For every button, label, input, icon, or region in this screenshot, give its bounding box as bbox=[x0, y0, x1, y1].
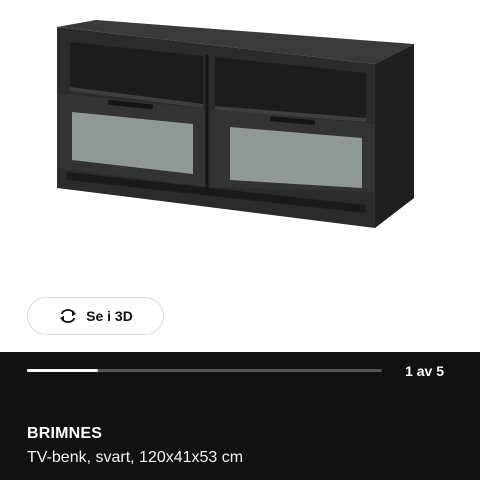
gallery-pager: 1 av 5 bbox=[405, 363, 444, 379]
view-in-3d-label: Se i 3D bbox=[86, 308, 133, 324]
product-info-panel: 1 av 5 BRIMNES TV-benk, svart, 120x41x53… bbox=[0, 352, 480, 480]
product-description: TV-benk, svart, 120x41x53 cm bbox=[27, 449, 244, 466]
view-in-3d-button[interactable]: Se i 3D bbox=[27, 297, 164, 335]
rotate-3d-icon bbox=[58, 308, 78, 324]
product-image bbox=[57, 20, 414, 228]
product-image-area[interactable]: Se i 3D bbox=[0, 0, 480, 352]
product-name: BRIMNES bbox=[27, 425, 103, 442]
gallery-progress-fill bbox=[27, 369, 98, 372]
gallery-progress-track[interactable] bbox=[27, 369, 382, 372]
